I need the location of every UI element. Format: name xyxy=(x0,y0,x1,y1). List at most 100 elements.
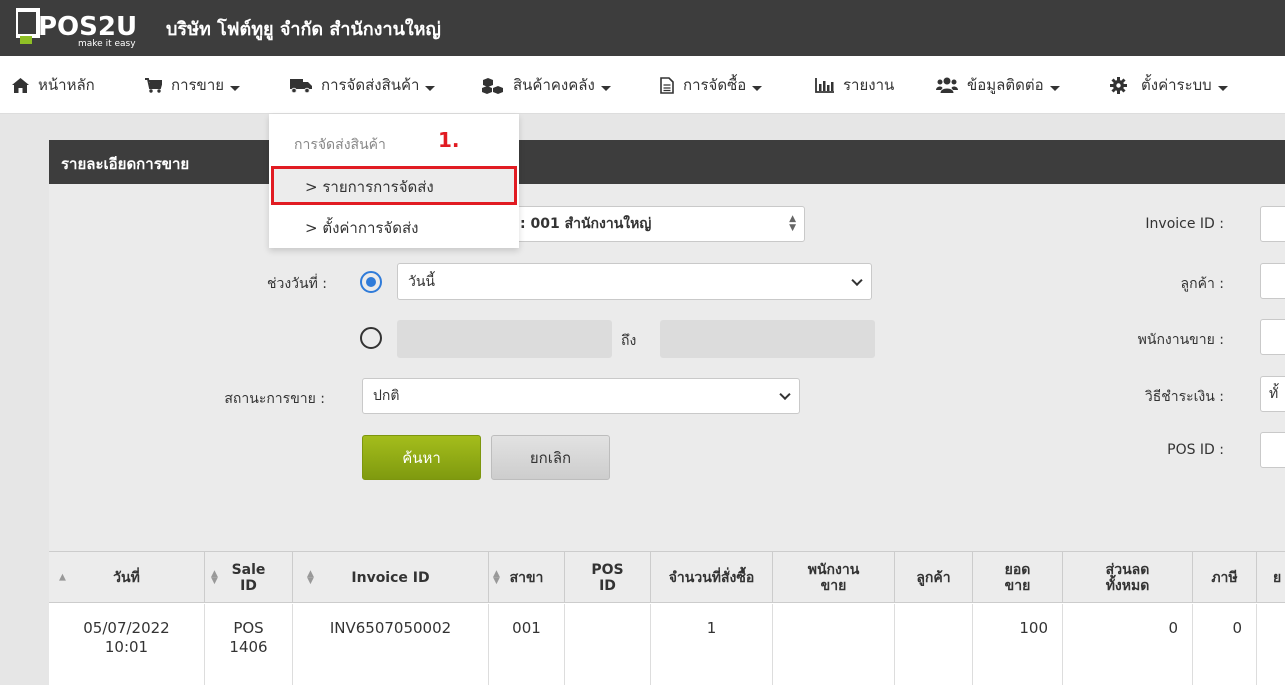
table-header: ▲ วันที่ ▲ ▼ Sale ID ▲ ▼ Invoice ID ▲ ▼ สาขา PO… xyxy=(49,551,1285,603)
column-header-label: ลูกค้า xyxy=(916,569,951,586)
nav-home-label: หน้าหลัก xyxy=(38,76,95,94)
payment-method-select[interactable]: ทั้ xyxy=(1260,376,1285,412)
company-name: บริษัท โฟต์ทูยู จำกัด สำนักงานใหญ่ xyxy=(166,19,441,40)
column-header-sale-id[interactable]: ▲ ▼ Sale ID xyxy=(205,552,293,603)
nav-sales-label: การขาย xyxy=(171,76,225,94)
nav-inventory-label: สินค้าคงคลัง xyxy=(513,76,595,94)
date-to-input[interactable] xyxy=(660,320,875,358)
cell-time-value: 10:01 xyxy=(104,638,149,656)
sort-icon: ▲ ▼ xyxy=(211,568,218,586)
seller-input[interactable] xyxy=(1260,319,1285,355)
nav-inventory[interactable]: สินค้าคงคลัง xyxy=(482,56,611,114)
date-preset-value: วันนี้ xyxy=(408,273,436,290)
date-to-label: ถึง xyxy=(621,333,637,349)
column-header-label: POS ID xyxy=(591,561,624,594)
column-header-seller[interactable]: พนักงานขาย xyxy=(773,552,895,603)
cancel-button[interactable]: ยกเลิก xyxy=(491,435,610,480)
cell-qty: 1 xyxy=(651,604,773,685)
cell-customer xyxy=(895,604,973,685)
cell-pos-id xyxy=(565,604,651,685)
dropdown-header: การจัดส่งสินค้า xyxy=(294,137,386,153)
nav-contacts[interactable]: ข้อมูลติดต่อ xyxy=(936,56,1060,114)
date-preset-radio[interactable] xyxy=(360,271,382,293)
column-header-sales-total[interactable]: ยอดขาย xyxy=(973,552,1063,603)
column-header-label: Invoice ID xyxy=(351,569,430,586)
step-annotation: 1. xyxy=(438,128,460,152)
customer-input[interactable] xyxy=(1260,263,1285,299)
pos2u-logo[interactable]: POS2U make it easy xyxy=(14,8,142,49)
nav-purchase[interactable]: การจัดซื้อ xyxy=(660,56,763,114)
column-header-truncated[interactable]: ย xyxy=(1257,552,1285,603)
bar-chart-icon xyxy=(815,77,834,93)
cell-sales-total: 100 xyxy=(973,604,1063,685)
date-preset-select[interactable]: วันนี้ xyxy=(397,263,872,300)
column-header-label: Sale ID xyxy=(231,561,266,594)
column-header-date[interactable]: ▲ วันที่ xyxy=(49,552,205,603)
sale-status-select[interactable]: ปกติ xyxy=(362,378,800,414)
gear-icon xyxy=(1110,76,1127,94)
cell-seller xyxy=(773,604,895,685)
cell-sale-id-line1: POS xyxy=(233,619,264,637)
column-header-label: ยอดขาย xyxy=(1004,561,1031,594)
nav-report-label: รายงาน xyxy=(843,76,895,94)
chevron-down-icon xyxy=(600,85,611,91)
chevron-down-icon xyxy=(752,85,763,91)
column-header-branch[interactable]: ▲ ▼ สาขา xyxy=(489,552,565,603)
document-icon xyxy=(660,76,674,94)
nav-report[interactable]: รายงาน xyxy=(815,56,894,114)
column-header-label: พนักงานขาย xyxy=(807,561,860,594)
nav-settings[interactable]: ตั้งค่าระบบ xyxy=(1110,56,1228,114)
sort-asc-icon: ▲ xyxy=(59,572,66,582)
nav-delivery[interactable]: การจัดส่งสินค้า xyxy=(290,56,436,114)
nav-delivery-label: การจัดส่งสินค้า xyxy=(321,76,420,94)
pos-id-label: POS ID : xyxy=(1167,442,1224,458)
main-nav: หน้าหลัก การขาย การจัดส่งสินค้า สินค้าคง… xyxy=(0,56,1285,169)
column-header-qty[interactable]: จำนวนที่สั่งซื้อ xyxy=(651,552,773,603)
chevron-down-icon xyxy=(779,388,791,401)
top-bar: POS2U make it easy บริษัท โฟต์ทูยู จำกัด… xyxy=(0,0,1285,56)
pos-id-input[interactable] xyxy=(1260,432,1285,468)
cell-invoice-id: INV6507050002 xyxy=(293,604,489,685)
column-header-invoice-id[interactable]: ▲ ▼ Invoice ID xyxy=(293,552,489,603)
column-header-customer[interactable]: ลูกค้า xyxy=(895,552,973,603)
column-header-label: ส่วนลดทั้งหมด xyxy=(1105,561,1150,594)
truck-icon xyxy=(290,78,312,93)
column-header-pos-id[interactable]: POS ID xyxy=(565,552,651,603)
search-button[interactable]: ค้นหา xyxy=(362,435,481,480)
home-icon xyxy=(12,77,29,93)
nav-home[interactable]: หน้าหลัก xyxy=(12,56,95,114)
sales-table: ▲ วันที่ ▲ ▼ Sale ID ▲ ▼ Invoice ID ▲ ▼ สาขา PO… xyxy=(49,551,1285,685)
chevron-down-icon xyxy=(1049,85,1060,91)
cell-date: 05/07/2022 10:01 xyxy=(49,604,205,685)
users-icon xyxy=(936,77,958,93)
payment-method-value: ทั้ xyxy=(1269,386,1279,402)
column-header-label: ภาษี xyxy=(1211,569,1238,586)
sale-status-label: สถานะการขาย : xyxy=(224,391,325,407)
cell-tax: 0 xyxy=(1193,604,1257,685)
menu-item-delivery-list[interactable]: > รายการการจัดส่ง xyxy=(305,175,434,199)
date-custom-radio[interactable] xyxy=(360,327,382,349)
chevron-down-icon xyxy=(851,274,863,286)
column-header-tax[interactable]: ภาษี xyxy=(1193,552,1257,603)
column-header-discount[interactable]: ส่วนลดทั้งหมด xyxy=(1063,552,1193,603)
cubes-icon xyxy=(482,77,503,94)
chevron-down-icon xyxy=(425,85,436,91)
date-range-label: ช่วงวันที่ : xyxy=(266,276,327,292)
branch-select-value: : 001 สำนักงานใหญ่ xyxy=(520,216,652,232)
seller-label: พนักงานขาย : xyxy=(1137,332,1224,348)
invoice-id-input[interactable] xyxy=(1260,206,1285,242)
sort-icon: ▲ ▼ xyxy=(493,568,500,586)
payment-method-label: วิธีชำระเงิน : xyxy=(1144,389,1224,405)
column-header-label: จำนวนที่สั่งซื้อ xyxy=(668,569,755,586)
sale-status-value: ปกติ xyxy=(373,388,400,404)
chevron-down-icon xyxy=(230,85,241,91)
panel-title: รายละเอียดการขาย xyxy=(61,155,190,173)
date-from-input[interactable] xyxy=(397,320,612,358)
nav-sales[interactable]: การขาย xyxy=(145,56,241,114)
column-header-label: สาขา xyxy=(509,569,544,586)
nav-contacts-label: ข้อมูลติดต่อ xyxy=(967,76,1044,94)
column-header-label: วันที่ xyxy=(113,569,140,586)
menu-item-delivery-settings[interactable]: > ตั้งค่าการจัดส่ง xyxy=(305,216,418,240)
cell-date-value: 05/07/2022 xyxy=(83,619,170,637)
nav-purchase-label: การจัดซื้อ xyxy=(683,76,747,94)
